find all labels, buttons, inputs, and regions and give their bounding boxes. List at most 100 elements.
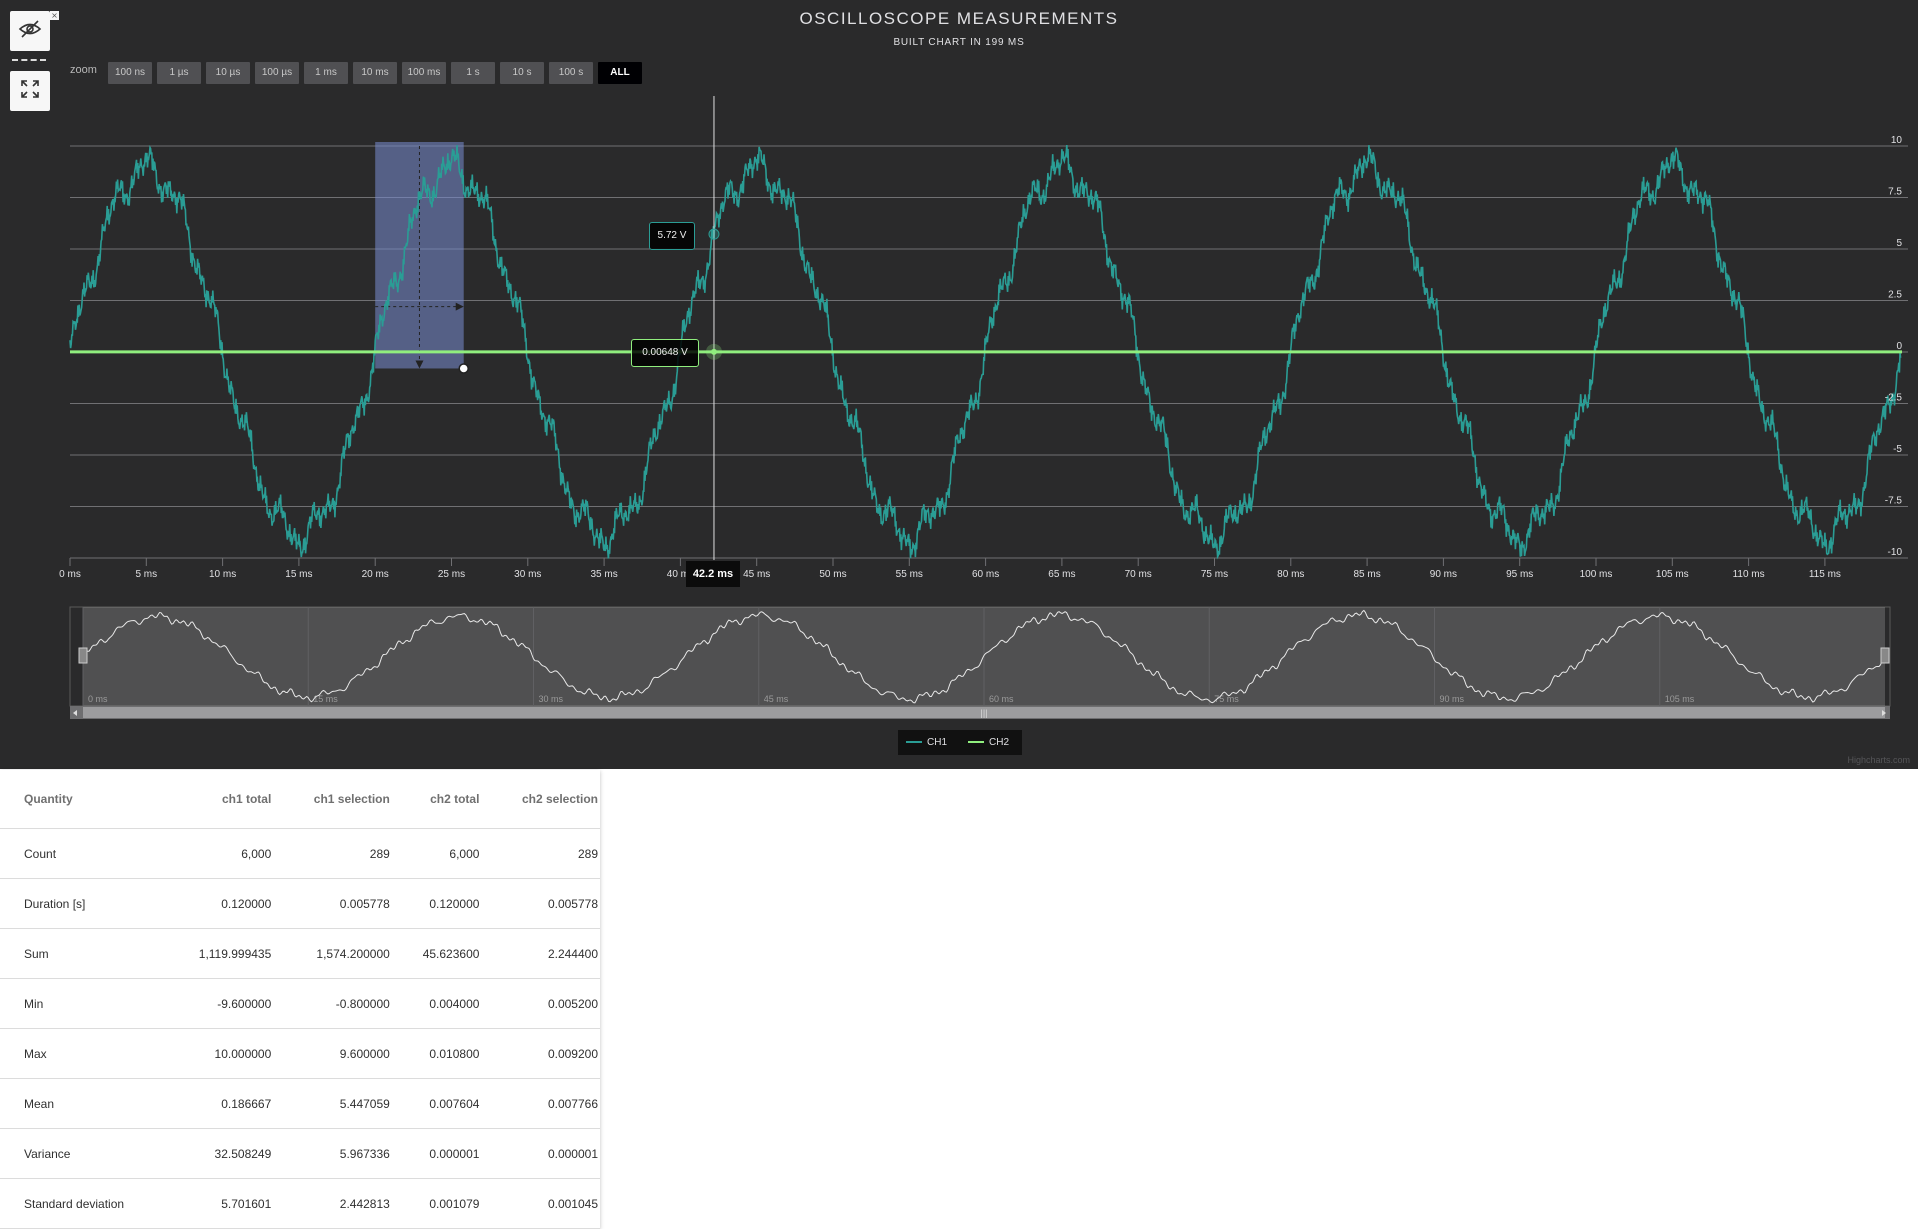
stats-quantity-cell: Mean <box>0 1078 160 1129</box>
ch2-hover-marker <box>710 348 717 355</box>
stats-value-cell: 0.120000 <box>391 878 482 929</box>
navigator-tick-label: 45 ms <box>764 694 789 704</box>
stats-header-cell: ch2 total <box>391 770 482 829</box>
stats-row: Min -9.600000 -0.800000 0.004000 0.005200 <box>0 978 600 1029</box>
chart-container: OSCILLOSCOPE MEASUREMENTS BUILT CHART IN… <box>0 0 1918 769</box>
stats-value-cell: 9.600000 <box>273 1028 392 1079</box>
stats-header-row: Quantity ch1 total ch1 selection ch2 total c… <box>0 770 600 829</box>
stats-value-cell: 1,119.999435 <box>160 928 274 979</box>
stats-value-cell: 0.005778 <box>273 878 392 929</box>
legend-item-ch2[interactable]: CH2 <box>968 737 1009 748</box>
stats-value-cell: 0.010800 <box>391 1028 482 1079</box>
x-tick-label: 90 ms <box>1430 569 1457 580</box>
stats-value-cell: -0.800000 <box>273 978 392 1029</box>
y-tick-label: 7.5 <box>1888 187 1902 198</box>
legend-label-ch2: CH2 <box>989 737 1010 748</box>
ch1-hover-marker <box>708 228 720 240</box>
x-tick-label: 100 ms <box>1580 569 1613 580</box>
stats-quantity-cell: Sum <box>0 928 160 979</box>
navigator-tick-label: 30 ms <box>539 694 564 704</box>
stats-value-cell: 0.005778 <box>481 878 600 929</box>
stats-value-cell: 0.005200 <box>481 978 600 1029</box>
stats-value-cell: 0.000001 <box>481 1128 600 1179</box>
stats-value-cell: 10.000000 <box>160 1028 274 1079</box>
stats-value-cell: 0.009200 <box>481 1028 600 1079</box>
stats-header-cell: ch1 selection <box>273 770 392 829</box>
legend-item-ch1[interactable]: CH1 <box>906 737 947 748</box>
x-tick-label: 70 ms <box>1125 569 1152 580</box>
stats-quantity-cell: Min <box>0 978 160 1029</box>
y-tick-label: 0 <box>1896 341 1902 352</box>
legend-symbol-ch1 <box>906 741 922 744</box>
stats-value-cell: 6,000 <box>160 828 274 879</box>
navigator-tick-label: 105 ms <box>1665 694 1695 704</box>
stats-row: Sum 1,119.999435 1,574.200000 45.623600 2.24… <box>0 928 600 979</box>
ch2-tooltip: 0.00648 V <box>631 339 699 367</box>
navigator-tick-label: 90 ms <box>1440 694 1465 704</box>
x-tick-label: 60 ms <box>972 569 999 580</box>
stats-value-cell: 0.186667 <box>160 1078 274 1129</box>
stats-value-cell: 5.967336 <box>273 1128 392 1179</box>
navigator-handle <box>1880 647 1890 664</box>
navigator-tick-label: 60 ms <box>989 694 1014 704</box>
stats-value-cell: 289 <box>481 828 600 879</box>
x-tick-label: 85 ms <box>1353 569 1380 580</box>
navigator-tick-label: 0 ms <box>88 694 108 704</box>
stats-value-cell: 5.701601 <box>160 1178 274 1229</box>
stats-value-cell: 0.001079 <box>391 1178 482 1229</box>
x-tick-label: 15 ms <box>285 569 312 580</box>
stats-value-cell: 0.007766 <box>481 1078 600 1129</box>
plot-svg: 0 ms 5 ms 10 ms 15 ms 20 ms 25 ms 30 ms 35 ms 40… <box>59 96 1908 719</box>
navigator-tick-label: 75 ms <box>1214 694 1239 704</box>
x-crosshair-label: 42.2 ms <box>686 561 740 587</box>
x-tick-label: 5 ms <box>135 569 157 580</box>
scrollbar-grip: ||| <box>980 708 987 718</box>
x-tick-label: 20 ms <box>362 569 389 580</box>
y-tick-label: 10 <box>1891 135 1903 146</box>
x-tick-label: 110 ms <box>1733 569 1765 580</box>
x-tick-label: 30 ms <box>514 569 541 580</box>
stats-value-cell: 2.244400 <box>481 928 600 979</box>
stats-quantity-cell: Duration [s] <box>0 878 160 929</box>
ch1-tooltip: 5.72 V <box>649 222 695 250</box>
stats-value-cell: 0.007604 <box>391 1078 482 1129</box>
x-tick-label: 35 ms <box>590 569 617 580</box>
stats-value-cell: 0.004000 <box>391 978 482 1029</box>
y-tick-label: -2.5 <box>1885 393 1903 404</box>
stats-row: Max 10.000000 9.600000 0.010800 0.009200 <box>0 1028 600 1079</box>
stats-quantity-cell: Variance <box>0 1128 160 1179</box>
stats-row: Duration [s] 0.120000 0.005778 0.120000 0.00… <box>0 878 600 929</box>
legend-symbol-ch2 <box>968 741 984 744</box>
navigator-handle <box>78 647 88 664</box>
x-tick-label: 95 ms <box>1506 569 1533 580</box>
x-tick-label: 105 ms <box>1656 569 1689 580</box>
y-tick-label: 2.5 <box>1888 290 1902 301</box>
y-tick-label: -10 <box>1888 547 1903 558</box>
x-tick-label: 80 ms <box>1277 569 1304 580</box>
selection-handle <box>458 363 469 374</box>
x-tick-label: 55 ms <box>896 569 923 580</box>
stats-value-cell: 289 <box>273 828 392 879</box>
x-tick-label: 45 ms <box>743 569 770 580</box>
x-tick-label: 115 ms <box>1809 569 1841 580</box>
x-tick-label: 50 ms <box>819 569 846 580</box>
stats-row: Mean 0.186667 5.447059 0.007604 0.007766 <box>0 1078 600 1129</box>
legend: CH1 CH2 <box>898 730 1022 755</box>
credits-link[interactable]: Highcharts.com <box>1847 755 1910 765</box>
stats-row: Variance 32.508249 5.967336 0.000001 0.00000… <box>0 1128 600 1179</box>
stats-quantity-cell: Standard deviation <box>0 1178 160 1229</box>
stats-row: Standard deviation 5.701601 2.442813 0.0010… <box>0 1178 600 1229</box>
stats-value-cell: 32.508249 <box>160 1128 274 1179</box>
stats-quantity-cell: Count <box>0 828 160 879</box>
y-tick-label: -7.5 <box>1885 496 1903 507</box>
stats-header-cell: Quantity <box>0 770 160 829</box>
stats-header-cell: ch2 selection <box>481 770 600 829</box>
stats-quantity-cell: Max <box>0 1028 160 1079</box>
x-tick-label: 75 ms <box>1201 569 1228 580</box>
stats-value-cell: 5.447059 <box>273 1078 392 1129</box>
stats-value-cell: 0.000001 <box>391 1128 482 1179</box>
stats-value-cell: 45.623600 <box>391 928 482 979</box>
stats-value-cell: 6,000 <box>391 828 482 879</box>
legend-label-ch1: CH1 <box>927 737 948 748</box>
stats-value-cell: 0.001045 <box>481 1178 600 1229</box>
